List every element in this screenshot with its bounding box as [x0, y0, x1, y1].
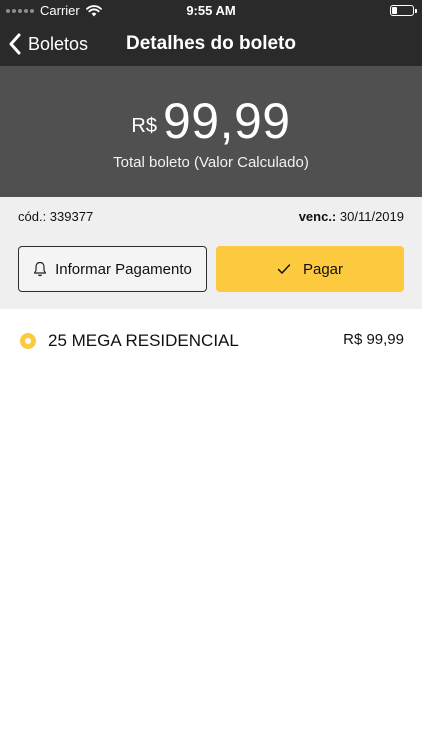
total-amount: R$ 99,99	[0, 92, 422, 150]
pay-button[interactable]: Pagar	[216, 246, 404, 292]
bell-icon	[34, 261, 47, 277]
status-bar: Carrier 9:55 AM	[0, 0, 422, 22]
inform-payment-button[interactable]: Informar Pagamento	[18, 246, 207, 292]
list-item[interactable]: 25 MEGA RESIDENCIAL R$ 99,99	[0, 319, 422, 361]
checkmark-icon	[277, 264, 291, 274]
navigation-bar: Boletos Detalhes do boleto	[0, 22, 422, 66]
status-time: 9:55 AM	[186, 3, 236, 18]
total-summary: R$ 99,99 Total boleto (Valor Calculado)	[0, 66, 422, 197]
total-caption: Total boleto (Valor Calculado)	[113, 154, 309, 171]
boleto-code: cód.: 339377	[18, 209, 94, 224]
item-name: 25 MEGA RESIDENCIAL	[48, 331, 239, 350]
page-title: Detalhes do boleto	[126, 33, 296, 54]
inform-payment-label: Informar Pagamento	[55, 260, 192, 278]
battery-icon	[390, 5, 417, 16]
pay-label: Pagar	[302, 260, 344, 278]
item-price: R$ 99,99	[343, 331, 404, 348]
due-date-value: 30/11/2019	[339, 209, 404, 224]
status-dot-icon	[20, 333, 36, 349]
currency-symbol: R$	[131, 115, 157, 137]
boleto-details-panel: cód.: 339377 venc.: 30/11/2019 Informar …	[0, 197, 422, 309]
due-date-label: venc.:	[298, 209, 337, 224]
due-date: venc.: 30/11/2019	[299, 209, 404, 224]
amount-value: 99,99	[162, 93, 291, 149]
